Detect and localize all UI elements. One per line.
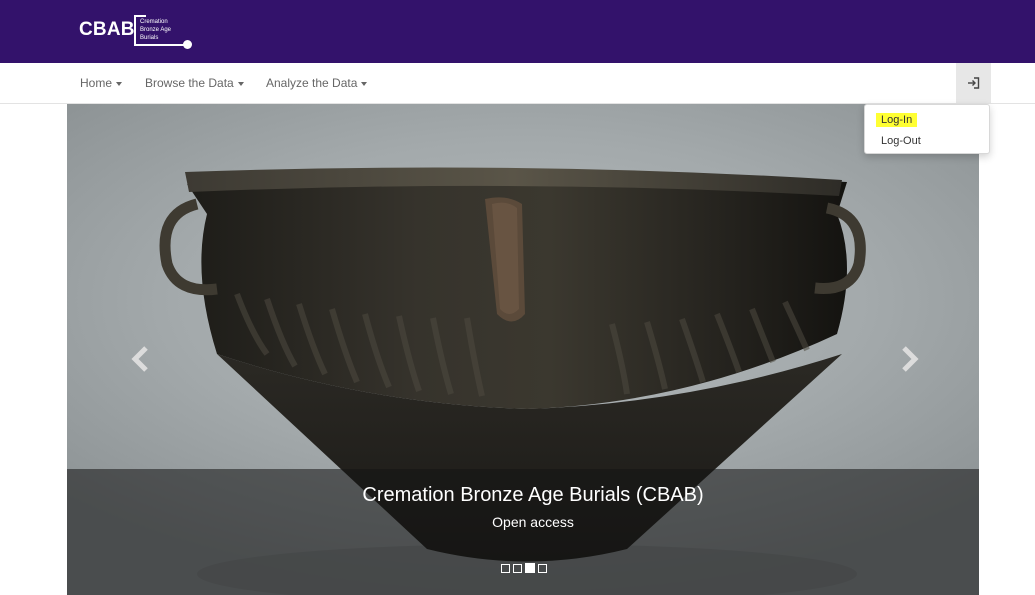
nav-home[interactable]: Home bbox=[80, 63, 123, 103]
nav-analyze-label: Analyze the Data bbox=[266, 76, 358, 90]
account-dropdown-menu: Log-In Log-Out bbox=[864, 104, 990, 154]
login-label: Log-In bbox=[876, 113, 918, 127]
caret-down-icon bbox=[361, 81, 368, 86]
nav-browse-label: Browse the Data bbox=[145, 76, 234, 90]
logo-frame-top bbox=[134, 15, 146, 17]
carousel-indicator[interactable] bbox=[538, 564, 547, 573]
nav-browse-data[interactable]: Browse the Data bbox=[145, 63, 244, 103]
cbab-logo[interactable]: CBAB Cremation Bronze Age Burials bbox=[79, 15, 194, 53]
login-menu-item[interactable]: Log-In bbox=[876, 113, 918, 127]
account-menu-button[interactable] bbox=[956, 63, 991, 103]
carousel-caption-subtitle: Open access bbox=[492, 514, 574, 530]
site-header: CBAB Cremation Bronze Age Burials bbox=[0, 0, 1035, 63]
logo-abbreviation: CBAB bbox=[79, 19, 135, 40]
sign-in-icon bbox=[968, 77, 980, 89]
carousel-indicator-active[interactable] bbox=[525, 563, 535, 573]
logo-frame bbox=[134, 15, 136, 46]
hero-carousel: Cremation Bronze Age Burials (CBAB) Open… bbox=[67, 104, 979, 595]
chevron-left-icon[interactable] bbox=[129, 344, 153, 374]
main-navbar: Home Browse the Data Analyze the Data bbox=[0, 63, 1035, 104]
logout-menu-item[interactable]: Log-Out bbox=[881, 134, 921, 148]
nav-home-label: Home bbox=[80, 76, 113, 90]
nav-analyze-data[interactable]: Analyze the Data bbox=[266, 63, 368, 103]
logout-label: Log-Out bbox=[881, 135, 921, 147]
chevron-right-icon[interactable] bbox=[897, 344, 921, 374]
logo-full-name: Cremation Bronze Age Burials bbox=[140, 19, 172, 41]
logo-dot bbox=[183, 40, 192, 49]
caret-down-icon bbox=[116, 81, 123, 86]
carousel-caption-title: Cremation Bronze Age Burials (CBAB) bbox=[362, 484, 704, 506]
logo-line bbox=[134, 44, 185, 46]
carousel-indicator[interactable] bbox=[501, 564, 510, 573]
carousel-indicator[interactable] bbox=[513, 564, 522, 573]
caret-down-icon bbox=[237, 81, 244, 86]
